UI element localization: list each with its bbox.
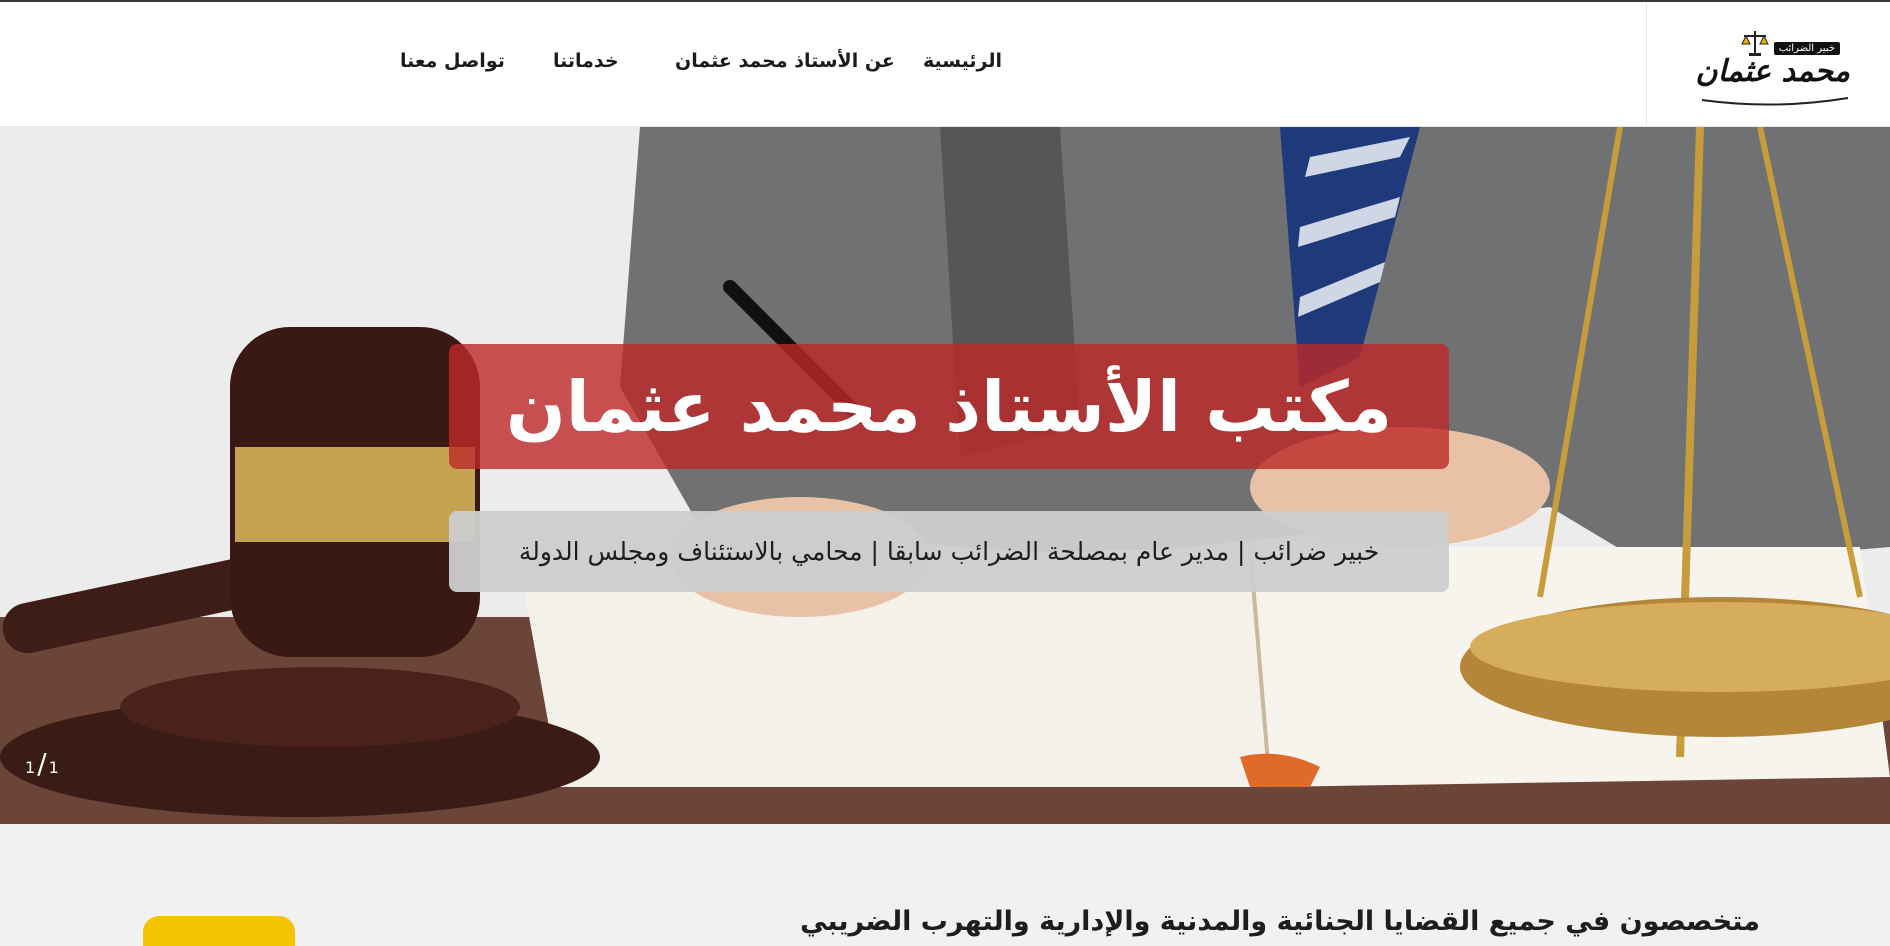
section-title: متخصصون في جميع القضايا الجنائية والمدني… bbox=[800, 906, 1760, 938]
nav-item-services[interactable]: خدماتنا bbox=[553, 50, 619, 72]
slide-total: 1 bbox=[48, 758, 59, 777]
hero-subtitle: خبير ضرائب | مدير عام بمصلحة الضرائب ساب… bbox=[518, 537, 1380, 566]
nav-item-home[interactable]: الرئيسية bbox=[923, 50, 1002, 72]
hero-subtitle-banner: خبير ضرائب | مدير عام بمصلحة الضرائب ساب… bbox=[449, 511, 1449, 592]
slide-current: 1 bbox=[25, 758, 36, 777]
main-nav: الرئيسية عن الأستاذ محمد عثمان خدماتنا ت… bbox=[0, 50, 1890, 80]
hero-background-image bbox=[0, 127, 1890, 824]
hero-title-banner: مكتب الأستاذ محمد عثمان bbox=[449, 344, 1449, 469]
nav-item-contact[interactable]: تواصل معنا bbox=[400, 50, 505, 72]
slide-separator: / bbox=[37, 747, 47, 780]
hero-slider[interactable]: مكتب الأستاذ محمد عثمان خبير ضرائب | مدي… bbox=[0, 127, 1890, 824]
logo-swoosh bbox=[1701, 97, 1849, 106]
site-header: خبير الضرائب محمد عثمان الرئيسية عن الأس… bbox=[0, 0, 1890, 127]
nav-item-about[interactable]: عن الأستاذ محمد عثمان bbox=[675, 50, 895, 72]
slide-counter: 1/1 bbox=[25, 747, 59, 780]
cta-button[interactable] bbox=[143, 916, 295, 946]
hero-title: مكتب الأستاذ محمد عثمان bbox=[505, 365, 1393, 448]
